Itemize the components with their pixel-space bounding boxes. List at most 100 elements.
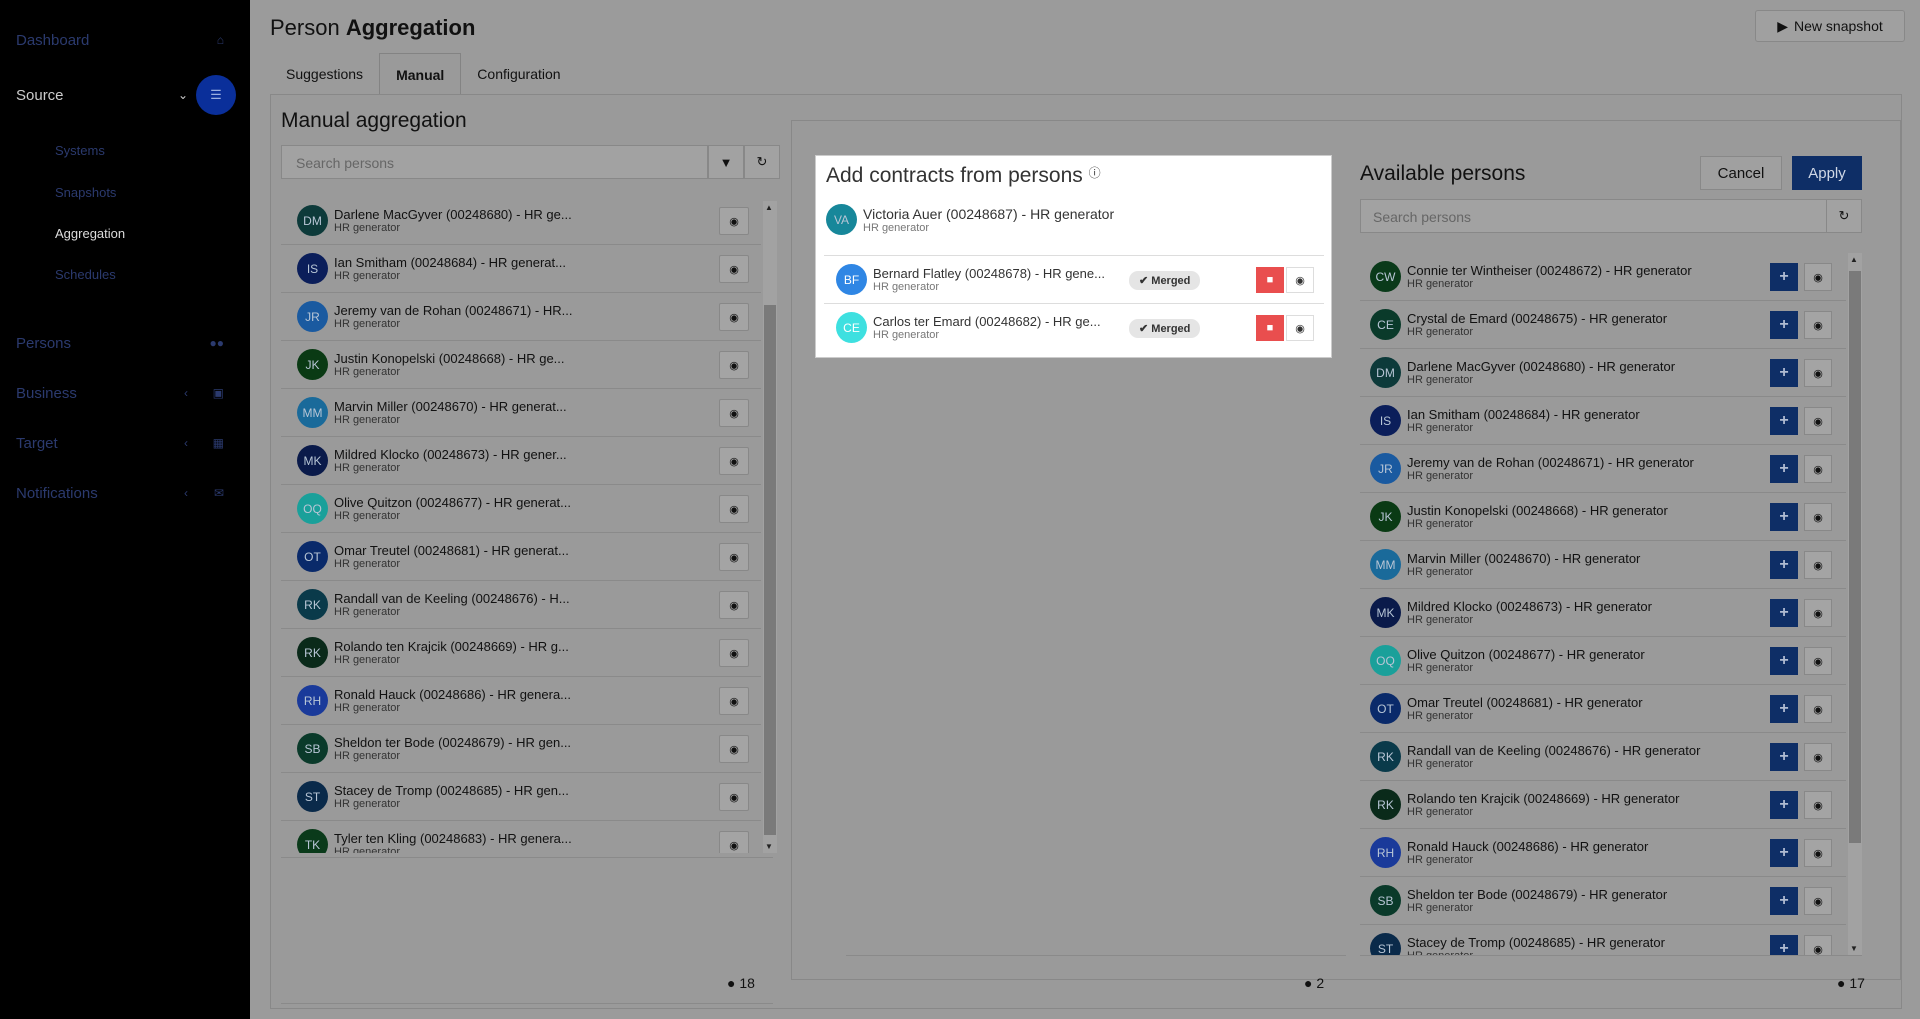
sidebar-item-business[interactable]: Business ‹ ▣ <box>0 378 250 408</box>
view-button[interactable]: ◉ <box>1804 743 1832 771</box>
remove-button[interactable]: ■ <box>1256 315 1284 341</box>
view-button[interactable]: ◉ <box>719 207 749 235</box>
available-search-input[interactable]: Search persons <box>1360 199 1827 233</box>
tab-manual[interactable]: Manual <box>379 53 462 95</box>
search-input[interactable]: Search persons <box>281 145 708 179</box>
list-item[interactable]: BF Bernard Flatley (00248678) - HR gene..… <box>824 255 1324 303</box>
view-button[interactable]: ◉ <box>719 831 749 853</box>
view-button[interactable]: ◉ <box>1286 267 1314 293</box>
list-item[interactable]: JR Jeremy van de Rohan (00248671) - HR ge… <box>1360 445 1846 493</box>
available-scrollbar[interactable]: ▲ ▼ <box>1848 253 1862 955</box>
list-item[interactable]: CE Crystal de Emard (00248675) - HR gener… <box>1360 301 1846 349</box>
add-person-button[interactable]: + <box>1770 647 1798 675</box>
list-item[interactable]: OQ Olive Quitzon (00248677) - HR generato… <box>1360 637 1846 685</box>
list-item[interactable]: MK Mildred Klocko (00248673) - HR generat… <box>1360 589 1846 637</box>
view-button[interactable]: ◉ <box>719 255 749 283</box>
view-button[interactable]: ◉ <box>1804 311 1832 339</box>
list-item[interactable]: CE Carlos ter Emard (00248682) - HR ge...… <box>824 303 1324 351</box>
view-button[interactable]: ◉ <box>719 735 749 763</box>
add-person-button[interactable]: + <box>1770 839 1798 867</box>
view-button[interactable]: ◉ <box>719 783 749 811</box>
list-item[interactable]: MM Marvin Miller (00248670) - HR generat.… <box>281 389 761 437</box>
list-item[interactable]: OT Omar Treutel (00248681) - HR generator… <box>1360 685 1846 733</box>
view-button[interactable]: ◉ <box>1804 599 1832 627</box>
scroll-down-icon[interactable]: ▼ <box>1850 944 1858 953</box>
view-button[interactable]: ◉ <box>1804 263 1832 291</box>
scrollbar-thumb[interactable] <box>1849 271 1861 843</box>
list-item[interactable]: RK Randall van de Keeling (00248676) - HR… <box>1360 733 1846 781</box>
view-button[interactable]: ◉ <box>719 495 749 523</box>
view-button[interactable]: ◉ <box>1804 503 1832 531</box>
list-item[interactable]: JR Jeremy van de Rohan (00248671) - HR...… <box>281 293 761 341</box>
view-button[interactable]: ◉ <box>719 639 749 667</box>
sidebar-item-notifications[interactable]: Notifications ‹ ✉ <box>0 478 250 508</box>
add-person-button[interactable]: + <box>1770 695 1798 723</box>
list-item[interactable]: JK Justin Konopelski (00248668) - HR gene… <box>1360 493 1846 541</box>
view-button[interactable]: ◉ <box>1804 407 1832 435</box>
sidebar-item-dashboard[interactable]: Dashboard ⌂ <box>0 25 250 55</box>
add-person-button[interactable]: + <box>1770 599 1798 627</box>
new-snapshot-button[interactable]: ▶ New snapshot <box>1755 10 1905 42</box>
sidebar-subitem-schedules[interactable]: Schedules <box>55 267 116 282</box>
list-item[interactable]: CW Connie ter Wintheiser (00248672) - HR … <box>1360 253 1846 301</box>
add-person-button[interactable]: + <box>1770 359 1798 387</box>
view-button[interactable]: ◉ <box>1804 887 1832 915</box>
add-person-button[interactable]: + <box>1770 263 1798 291</box>
list-item[interactable]: RK Randall van de Keeling (00248676) - H.… <box>281 581 761 629</box>
add-person-button[interactable]: + <box>1770 551 1798 579</box>
filter-button[interactable]: ▼ <box>708 145 744 179</box>
view-button[interactable]: ◉ <box>719 399 749 427</box>
add-person-button[interactable]: + <box>1770 503 1798 531</box>
view-button[interactable]: ◉ <box>719 351 749 379</box>
list-item[interactable]: ST Stacey de Tromp (00248685) - HR gen...… <box>281 773 761 821</box>
scroll-up-icon[interactable]: ▲ <box>1850 255 1858 264</box>
list-item[interactable]: SB Sheldon ter Bode (00248679) - HR gener… <box>1360 877 1846 925</box>
view-button[interactable]: ◉ <box>1804 359 1832 387</box>
available-refresh-button[interactable]: ↻ <box>1826 199 1862 233</box>
scroll-down-icon[interactable]: ▼ <box>765 842 773 851</box>
view-button[interactable]: ◉ <box>1804 791 1832 819</box>
view-button[interactable]: ◉ <box>719 303 749 331</box>
add-person-button[interactable]: + <box>1770 935 1798 955</box>
view-button[interactable]: ◉ <box>1804 935 1832 955</box>
sidebar-item-persons[interactable]: Persons ●● <box>0 328 250 358</box>
list-item[interactable]: RK Rolando ten Krajcik (00248669) - HR ge… <box>1360 781 1846 829</box>
list-item[interactable]: DM Darlene MacGyver (00248680) - HR gener… <box>1360 349 1846 397</box>
list-item[interactable]: DM Darlene MacGyver (00248680) - HR ge...… <box>281 201 761 245</box>
add-person-button[interactable]: + <box>1770 743 1798 771</box>
sidebar-item-target[interactable]: Target ‹ ▦ <box>0 428 250 458</box>
list-item[interactable]: RH Ronald Hauck (00248686) - HR generator… <box>1360 829 1846 877</box>
list-item[interactable]: OT Omar Treutel (00248681) - HR generat..… <box>281 533 761 581</box>
list-item[interactable]: SB Sheldon ter Bode (00248679) - HR gen..… <box>281 725 761 773</box>
add-person-button[interactable]: + <box>1770 407 1798 435</box>
view-button[interactable]: ◉ <box>1804 647 1832 675</box>
add-person-button[interactable]: + <box>1770 791 1798 819</box>
view-button[interactable]: ◉ <box>1804 839 1832 867</box>
view-button[interactable]: ◉ <box>1286 315 1314 341</box>
remove-button[interactable]: ■ <box>1256 267 1284 293</box>
scroll-up-icon[interactable]: ▲ <box>765 203 773 212</box>
add-person-button[interactable]: + <box>1770 887 1798 915</box>
list-item[interactable]: MM Marvin Miller (00248670) - HR generato… <box>1360 541 1846 589</box>
view-button[interactable]: ◉ <box>1804 455 1832 483</box>
list-item[interactable]: RK Rolando ten Krajcik (00248669) - HR g.… <box>281 629 761 677</box>
view-button[interactable]: ◉ <box>719 447 749 475</box>
list-item[interactable]: IS Ian Smitham (00248684) - HR generat...… <box>281 245 761 293</box>
refresh-button[interactable]: ↻ <box>744 145 780 179</box>
apply-button[interactable]: Apply <box>1792 156 1862 190</box>
sidebar-subitem-systems[interactable]: Systems <box>55 143 105 158</box>
tab-configuration[interactable]: Configuration <box>461 53 576 95</box>
view-button[interactable]: ◉ <box>719 687 749 715</box>
list-item[interactable]: IS Ian Smitham (00248684) - HR generator H… <box>1360 397 1846 445</box>
sidebar-subitem-snapshots[interactable]: Snapshots <box>55 185 116 200</box>
list-item[interactable]: TK Tyler ten Kling (00248683) - HR genera… <box>281 821 761 853</box>
view-button[interactable]: ◉ <box>719 591 749 619</box>
tab-suggestions[interactable]: Suggestions <box>270 53 379 95</box>
list-item[interactable]: RH Ronald Hauck (00248686) - HR genera...… <box>281 677 761 725</box>
add-person-button[interactable]: + <box>1770 311 1798 339</box>
scrollbar[interactable]: ▲ ▼ <box>763 201 777 853</box>
view-button[interactable]: ◉ <box>719 543 749 571</box>
scrollbar-thumb[interactable] <box>764 305 776 835</box>
view-button[interactable]: ◉ <box>1804 551 1832 579</box>
list-item[interactable]: ST Stacey de Tromp (00248685) - HR genera… <box>1360 925 1846 955</box>
